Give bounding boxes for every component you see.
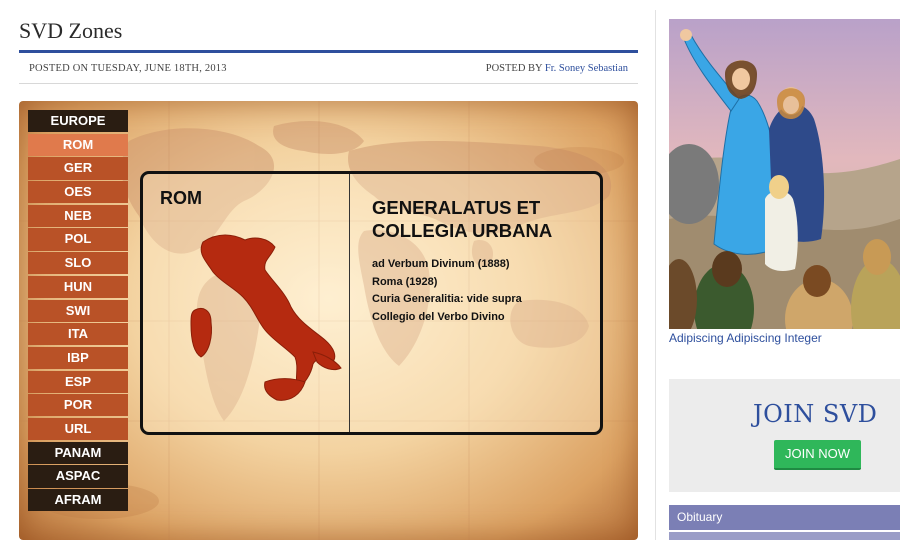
zone-oes-button[interactable]: OES (28, 181, 128, 204)
zone-por-button[interactable]: POR (28, 394, 128, 417)
next-widget-header (669, 532, 900, 540)
zone-code: ROM (160, 188, 202, 208)
zone-europe-button[interactable]: EUROPE (28, 110, 128, 133)
posted-on-date: POSTED ON TUESDAY, JUNE 18TH, 2013 (29, 63, 227, 74)
join-svd-heading: JOIN SVD (753, 400, 878, 428)
zone-aspac-button[interactable]: ASPAC (28, 465, 128, 488)
zone-ibp-button[interactable]: IBP (28, 346, 128, 370)
posted-by: POSTED BY Fr. Soney Sebastian (486, 63, 628, 74)
zone-navigation: EUROPE ROM GER OES NEB POL SLO HUN SWI I… (28, 110, 128, 513)
zone-swi-button[interactable]: SWI (28, 299, 128, 322)
author-link[interactable]: Fr. Soney Sebastian (545, 63, 628, 74)
zone-detail-line: ad Verbum Divinum (1888) (372, 258, 510, 270)
zone-map-panel: EUROPE ROM GER OES NEB POL SLO HUN SWI I… (19, 101, 638, 540)
zone-title-line-2: COLLEGIA URBANA (372, 220, 553, 241)
zone-slo-button[interactable]: SLO (28, 252, 128, 275)
zone-detail-line: Collegio del Verbo Divino (372, 310, 505, 323)
zone-info-card: ROM GENERALATUS ET COLLEGIA URBANA ad Ve… (140, 171, 603, 435)
jesus-preaching-illustration (669, 19, 900, 329)
join-svd-box: JOIN SVD JOIN NOW (669, 379, 900, 492)
join-now-button[interactable]: JOIN NOW (774, 440, 861, 470)
post-content: SVD Zones POSTED ON TUESDAY, JUNE 18TH, … (0, 0, 655, 540)
posted-by-label: POSTED BY (485, 63, 545, 74)
obituary-widget-header[interactable]: Obituary (669, 505, 900, 530)
sidebar-divider (655, 10, 656, 540)
zone-hun-button[interactable]: HUN (28, 275, 128, 298)
zone-ger-button[interactable]: GER (28, 157, 128, 180)
zone-esp-button[interactable]: ESP (28, 370, 128, 393)
zone-url-button[interactable]: URL (28, 417, 128, 441)
zone-rom-button[interactable]: ROM (28, 133, 128, 156)
zone-details: ad Verbum Divinum (1888) Roma (1928) Cur… (372, 256, 522, 326)
illustration-caption-link[interactable]: Adipiscing Adipiscing Integer (669, 331, 822, 345)
zone-detail-line: Roma (1928) (372, 275, 438, 288)
card-divider (349, 174, 350, 432)
zone-title-line-1: GENERALATUS ET (372, 197, 541, 218)
italy-map-icon (190, 234, 342, 401)
title-rule (19, 50, 638, 53)
zone-ita-button[interactable]: ITA (28, 323, 128, 346)
featured-illustration[interactable] (669, 19, 900, 329)
zone-panam-button[interactable]: PANAM (28, 441, 128, 464)
zone-neb-button[interactable]: NEB (28, 204, 128, 227)
post-meta: POSTED ON TUESDAY, JUNE 18TH, 2013 POSTE… (19, 55, 638, 84)
page-title: SVD Zones (19, 18, 123, 43)
zone-afram-button[interactable]: AFRAM (28, 489, 128, 512)
zone-title: GENERALATUS ET COLLEGIA URBANA (372, 196, 592, 242)
zone-detail-line: Curia Generalitia: vide supra (372, 293, 522, 305)
sidebar: Adipiscing Adipiscing Integer JOIN SVD J… (669, 0, 900, 540)
zone-pol-button[interactable]: POL (28, 228, 128, 251)
